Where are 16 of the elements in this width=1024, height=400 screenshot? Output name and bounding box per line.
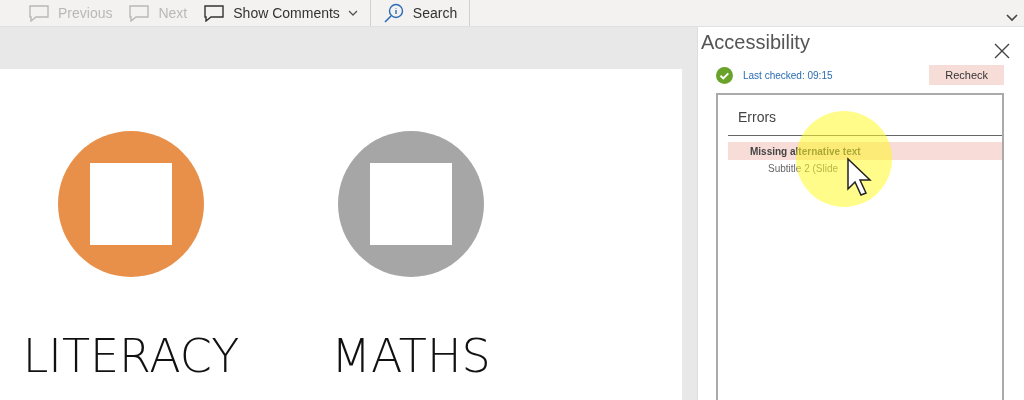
close-icon[interactable] bbox=[994, 43, 1010, 59]
toolbar-button[interactable]: Show Comments bbox=[195, 0, 366, 26]
search-icon bbox=[382, 3, 405, 23]
pane-title: Accessibility bbox=[701, 31, 810, 54]
check-icon bbox=[716, 66, 733, 84]
toolbar-button[interactable]: Search bbox=[374, 0, 466, 26]
last-checked-text: Last checked: 09:15 bbox=[743, 69, 834, 81]
slide-label: MATHS bbox=[331, 329, 491, 383]
comment-icon bbox=[28, 4, 50, 22]
chevron-down-icon[interactable] bbox=[1006, 14, 1018, 22]
comment-icon bbox=[203, 4, 226, 22]
slide-label: LITERACY bbox=[22, 329, 240, 383]
cursor-icon bbox=[846, 157, 872, 197]
recheck-button[interactable]: Recheck bbox=[929, 65, 1004, 85]
comment-icon bbox=[128, 4, 151, 22]
errors-heading: Errors bbox=[728, 95, 1002, 136]
